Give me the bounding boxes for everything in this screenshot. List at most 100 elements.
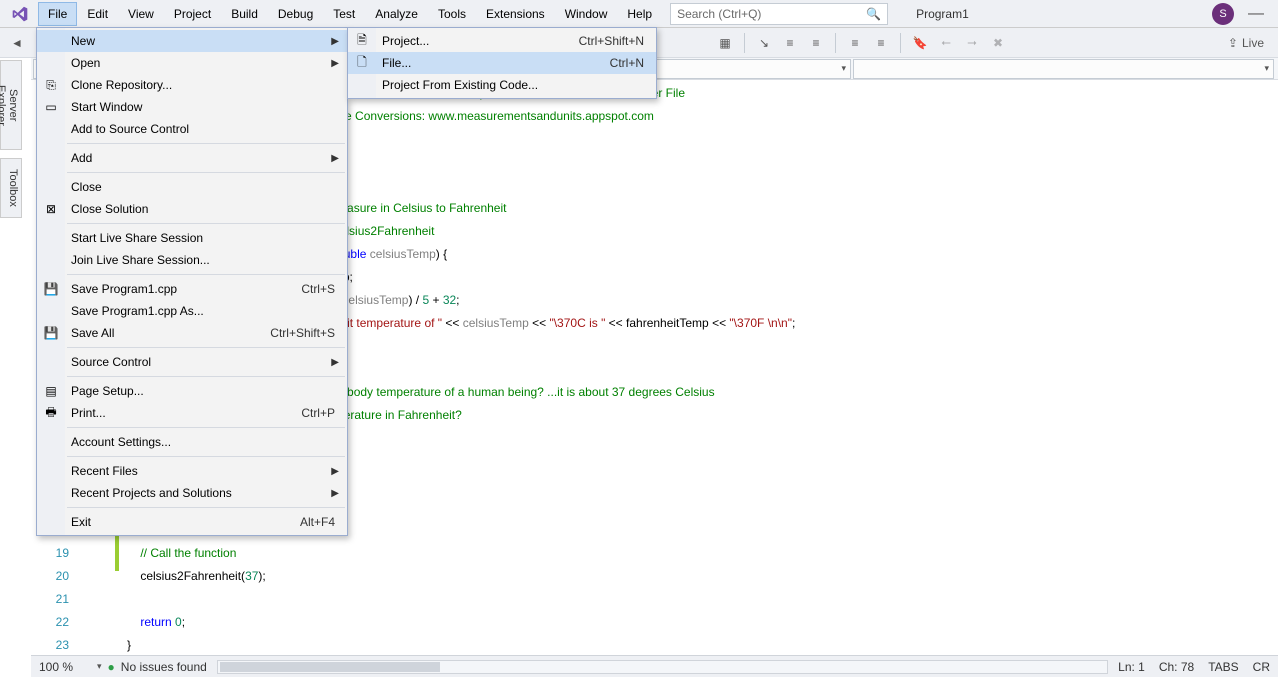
file-menu-item[interactable]: Open▶ [37,52,347,74]
menu-item-label: Close Solution [71,202,148,216]
file-menu-item[interactable]: ⊠ Close Solution [37,198,347,220]
menu-item-label: Clone Repository... [71,78,172,92]
menu-item-extensions[interactable]: Extensions [476,2,555,26]
menu-item-edit[interactable]: Edit [77,2,118,26]
file-menu-item[interactable]: Recent Projects and Solutions ▶ [37,482,347,504]
menu-item-tools[interactable]: Tools [428,2,476,26]
submenu-arrow-icon: ▶ [331,36,339,47]
file-menu-item[interactable]: Account Settings... [37,431,347,453]
menu-item-label: Project... [382,34,429,48]
window-icon: ▭ [42,98,60,116]
menu-item-label: Save Program1.cpp [71,282,177,296]
solution-name[interactable]: Program1 [902,4,983,24]
file-menu-item[interactable]: Start Live Share Session [37,227,347,249]
file-menu-item[interactable]: New ▶ [37,30,347,52]
menu-bar: FileEditViewProjectBuildDebugTestAnalyze… [0,0,1278,28]
menu-shortcut: Ctrl+Shift+S [270,326,335,340]
new-submenu-item[interactable]: 🗋File...Ctrl+N [348,52,656,74]
crlf-indicator[interactable]: CR [1253,660,1270,674]
line-indicator: Ln: 1 [1118,660,1145,674]
file-menu-item[interactable]: 🖶Print...Ctrl+P [37,402,347,424]
bookmark-icon[interactable]: 🔖 [909,32,931,54]
toolbar-btn[interactable]: ↘ [753,32,775,54]
menu-shortcut: Ctrl+N [610,56,644,70]
file-menu-item[interactable]: Close [37,176,347,198]
zoom-arrow-icon[interactable]: ▾ [97,661,102,672]
new-submenu-item[interactable]: 🗎 Project... Ctrl+Shift+N [348,30,656,52]
horizontal-scrollbar[interactable] [217,660,1108,674]
server-explorer-tab[interactable]: Server Explorer [0,60,22,150]
file-menu-item[interactable]: ▤ Page Setup... [37,380,347,402]
zoom-level[interactable]: 100 % [39,660,97,674]
file-menu-item[interactable]: 💾Save Program1.cppCtrl+S [37,278,347,300]
close-sln-icon: ⊠ [42,200,60,218]
menu-item-file[interactable]: File [38,2,77,26]
menu-shortcut: Ctrl+Shift+N [579,34,644,48]
submenu-arrow-icon: ▶ [331,488,339,499]
menu-item-label: Add to Source Control [71,122,189,136]
toolbar-btn[interactable]: ▦ [714,32,736,54]
menu-item-window[interactable]: Window [555,2,618,26]
file-menu-item[interactable]: 💾Save AllCtrl+Shift+S [37,322,347,344]
tabs-indicator[interactable]: TABS [1208,660,1238,674]
menu-item-view[interactable]: View [118,2,164,26]
issues-status[interactable]: No issues found [121,660,207,674]
menu-item-label: Page Setup... [71,384,144,398]
search-box[interactable]: Search (Ctrl+Q) 🔍 [670,3,888,25]
file-menu-item[interactable]: ▭ Start Window [37,96,347,118]
file-menu-item[interactable]: Save Program1.cpp As... [37,300,347,322]
file-menu-item[interactable]: Add to Source Control [37,118,347,140]
menu-item-label: New [71,34,95,48]
user-avatar[interactable]: S [1212,3,1234,25]
submenu-arrow-icon: ▶ [331,466,339,477]
menu-item-test[interactable]: Test [323,2,365,26]
menu-item-label: Recent Projects and Solutions [71,486,232,500]
menu-item-label: Start Window [71,100,142,114]
save-icon: 💾 [42,280,60,298]
menu-item-label: Print... [71,406,106,420]
toolbar-btn[interactable]: ≡ [805,32,827,54]
menu-item-project[interactable]: Project [164,2,221,26]
menu-item-analyze[interactable]: Analyze [365,2,428,26]
menu-item-debug[interactable]: Debug [268,2,323,26]
file-menu-item[interactable]: Add ▶ [37,147,347,169]
toolbar-btn[interactable]: ⭢ [961,32,983,54]
toolbar-btn[interactable]: ≡ [779,32,801,54]
menu-item-label: Recent Files [71,464,138,478]
file-menu-item[interactable]: Recent Files ▶ [37,460,347,482]
page-icon: ▤ [42,382,60,400]
menu-item-build[interactable]: Build [221,2,268,26]
proj-icon: 🗎 [353,32,371,50]
live-share-button[interactable]: ⇪ Live [1228,36,1272,50]
file-menu-dropdown: New ▶ Open▶⎘Clone Repository... ▭ Start Wind… [36,27,348,536]
toolbar-btn[interactable]: ≡ [844,32,866,54]
submenu-arrow-icon: ▶ [331,153,339,164]
file-menu-item[interactable]: Exit Alt+F4 [37,511,347,533]
submenu-arrow-icon: ▶ [331,357,339,368]
search-icon: 🔍 [866,7,881,21]
file-menu-item[interactable]: ⎘Clone Repository... [37,74,347,96]
status-bar: 100 % ▾ ● No issues found Ln: 1 Ch: 78 T… [31,655,1278,677]
file-menu-item[interactable]: Join Live Share Session... [37,249,347,271]
menu-item-label: Save Program1.cpp As... [71,304,204,318]
menu-item-label: Exit [71,515,91,529]
menu-item-label: Start Live Share Session [71,231,203,245]
menu-item-label: Project From Existing Code... [382,78,538,92]
menu-items: FileEditViewProjectBuildDebugTestAnalyze… [38,2,662,26]
menu-item-label: Source Control [71,355,151,369]
toolbar-btn[interactable]: ≡ [870,32,892,54]
member-scope-dropdown[interactable]: ▾ [853,59,1274,79]
minimize-button[interactable]: — [1244,5,1268,23]
nav-back-button[interactable]: ◄ [6,32,28,54]
new-submenu: 🗎 Project... Ctrl+Shift+N 🗋File...Ctrl+N Pro… [347,27,657,99]
toolbar-btn[interactable]: ⭠ [935,32,957,54]
menu-shortcut: Alt+F4 [300,515,335,529]
new-submenu-item[interactable]: Project From Existing Code... [348,74,656,96]
menu-item-help[interactable]: Help [617,2,662,26]
file-menu-item[interactable]: Source Control ▶ [37,351,347,373]
toolbar-btn[interactable]: ✖ [987,32,1009,54]
menu-shortcut: Ctrl+P [301,406,335,420]
toolbox-tab[interactable]: Toolbox [0,158,22,218]
menu-item-label: Save All [71,326,114,340]
menu-item-label: Add [71,151,92,165]
